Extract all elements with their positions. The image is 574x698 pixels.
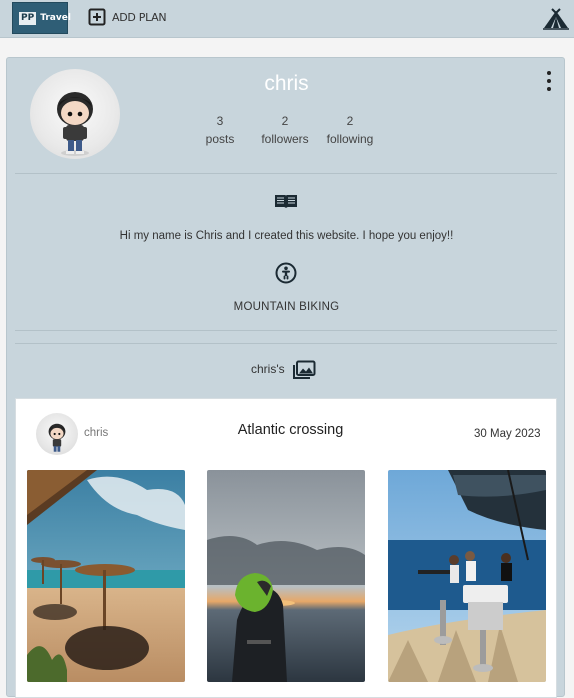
profile-username: chris bbox=[264, 72, 309, 95]
stat-following[interactable]: 2 following bbox=[320, 112, 380, 148]
navbar: PP Travel ADD PLAN bbox=[0, 0, 574, 38]
accessibility-icon bbox=[275, 262, 297, 284]
post-photo-beach[interactable] bbox=[27, 470, 185, 682]
stat-following-value: 2 bbox=[346, 114, 354, 128]
stat-followers[interactable]: 2 followers bbox=[255, 112, 315, 148]
gallery-label: chris's bbox=[251, 362, 285, 376]
post-card[interactable]: chris Atlantic crossing 30 May 2023 bbox=[15, 398, 557, 698]
divider bbox=[15, 173, 557, 174]
profile-activity: MOUNTAIN BIKING bbox=[233, 301, 340, 313]
add-plan-label: ADD PLAN bbox=[112, 10, 167, 24]
brand-logo[interactable]: PP Travel bbox=[12, 2, 71, 34]
profile-bio: Hi my name is Chris and I created this w… bbox=[119, 230, 454, 242]
logo-text: Travel bbox=[40, 13, 71, 23]
profile-card: chris 3 posts 2 followers 2 following Hi… bbox=[6, 57, 565, 698]
logo-badge: PP bbox=[19, 11, 37, 25]
stat-posts-label: posts bbox=[205, 132, 235, 146]
stat-followers-value: 2 bbox=[281, 114, 289, 128]
kebab-menu-icon[interactable] bbox=[543, 71, 555, 91]
stat-following-label: following bbox=[326, 132, 374, 146]
book-open-icon bbox=[275, 195, 297, 208]
stat-posts[interactable]: 3 posts bbox=[190, 112, 250, 148]
divider bbox=[15, 330, 557, 331]
post-photo-sailboat[interactable] bbox=[388, 470, 546, 682]
divider bbox=[15, 343, 557, 344]
post-date: 30 May 2023 bbox=[474, 428, 541, 440]
plus-square-icon bbox=[88, 8, 106, 26]
stat-posts-value: 3 bbox=[216, 114, 224, 128]
photo-library-icon[interactable] bbox=[292, 360, 316, 380]
add-plan-button[interactable]: ADD PLAN bbox=[88, 8, 167, 26]
post-photo-sunset[interactable] bbox=[207, 470, 365, 682]
stat-followers-label: followers bbox=[261, 132, 309, 146]
tent-icon[interactable] bbox=[542, 8, 570, 30]
